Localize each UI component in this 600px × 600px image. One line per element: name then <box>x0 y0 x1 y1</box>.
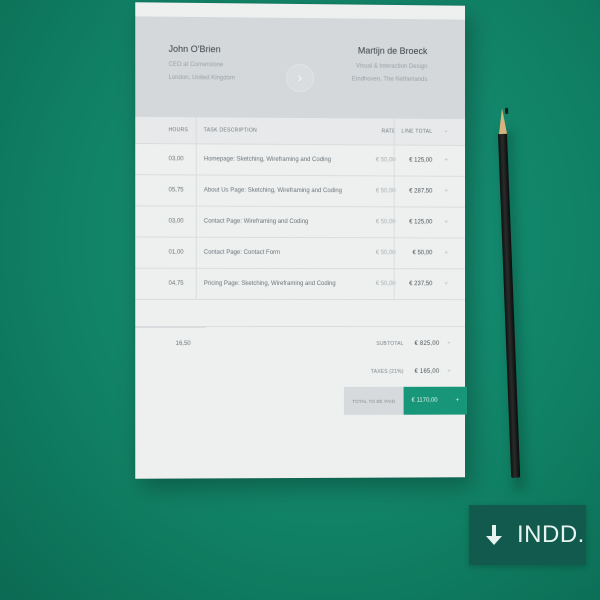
row-hours: 03,00 <box>168 218 184 225</box>
column-divider <box>393 145 395 176</box>
sender-name: John O'Brien <box>168 43 221 55</box>
total-label: TOTAL TO BE PAID <box>343 386 404 415</box>
row-rate: € 50,00 <box>375 188 396 195</box>
row-hours: 01,00 <box>168 249 184 256</box>
column-divider <box>393 238 395 269</box>
divider <box>135 326 206 328</box>
row-description: Pricing Page: Sketching, Wireframing and… <box>203 280 336 288</box>
invoice-paper: John O'Brien CEO at Cornerstone London, … <box>135 2 468 479</box>
col-rate-header: RATE <box>381 128 396 135</box>
row-rate: € 50,00 <box>375 250 396 257</box>
table-row: 01,00 Contact Page: Contact Form € 50,00… <box>135 237 466 270</box>
row-hours: 05,75 <box>168 187 184 194</box>
col-line-total-header: LINE TOTAL <box>401 128 433 135</box>
column-divider <box>393 269 395 300</box>
row-rate: € 50,00 <box>375 219 396 226</box>
col-description-header: TASK DESCRIPTION <box>203 127 258 134</box>
table-spacer <box>135 299 466 328</box>
row-total: € 50,00 <box>412 250 433 257</box>
subtotal-value: € 825,00 <box>414 340 440 347</box>
table-row: 05,75 About Us Page: Sketching, Wirefram… <box>135 175 466 208</box>
plus-icon[interactable]: + <box>441 119 451 145</box>
recipient-name: Martijn de Broeck <box>357 45 428 57</box>
sender-line2: London, United Kingdom <box>168 74 235 82</box>
download-arrow-icon <box>481 523 507 547</box>
column-divider <box>393 118 395 145</box>
table-row: 03,00 Homepage: Sketching, Wireframing a… <box>135 144 466 177</box>
row-description: About Us Page: Sketching, Wireframing an… <box>203 187 342 195</box>
plus-icon[interactable]: + <box>441 238 451 268</box>
sender-line1: CEO at Cornerstone <box>168 61 224 69</box>
table-header-row: HOURS TASK DESCRIPTION RATE LINE TOTAL + <box>135 116 466 146</box>
plus-icon[interactable]: + <box>441 208 451 238</box>
row-total: € 125,00 <box>409 157 433 164</box>
invoice-summary: 16,50 SUBTOTAL € 825,00 + TAXES (21%) € … <box>135 326 468 448</box>
plus-icon[interactable]: + <box>447 369 451 375</box>
total-value: € 1170,00 <box>411 397 438 404</box>
column-divider <box>195 206 197 237</box>
row-total: € 237,50 <box>409 281 433 288</box>
subtotal-label: SUBTOTAL <box>376 340 404 347</box>
invoice-table: HOURS TASK DESCRIPTION RATE LINE TOTAL +… <box>135 116 468 448</box>
row-total: € 125,00 <box>409 219 433 226</box>
recipient-line1: Visual & Interaction Design <box>355 63 428 71</box>
table-row: 03,00 Contact Page: Wireframing and Codi… <box>135 206 466 239</box>
pencil-tip <box>497 107 508 135</box>
column-divider <box>195 117 197 144</box>
download-indd-button[interactable]: INDD. <box>469 505 586 565</box>
hours-total: 16,50 <box>175 341 191 348</box>
row-rate: € 50,00 <box>375 281 396 288</box>
scene: John O'Brien CEO at Cornerstone London, … <box>0 0 600 600</box>
row-hours: 04,75 <box>168 280 184 287</box>
col-hours-header: HOURS <box>168 127 189 134</box>
row-rate: € 50,00 <box>375 157 396 164</box>
row-description: Homepage: Sketching, Wireframing and Cod… <box>203 156 332 164</box>
column-divider <box>195 175 197 206</box>
taxes-label: TAXES (21%) <box>370 368 404 375</box>
plus-icon[interactable]: + <box>441 177 451 207</box>
plus-icon[interactable]: + <box>441 146 451 176</box>
row-hours: 03,00 <box>168 156 184 163</box>
table-row: 04,75 Pricing Page: Sketching, Wireframi… <box>135 268 466 301</box>
plus-icon[interactable]: + <box>447 341 451 347</box>
column-divider <box>393 207 395 238</box>
arrow-right-icon: › <box>286 63 314 93</box>
taxes-value: € 165,00 <box>414 368 440 375</box>
column-divider <box>195 144 197 175</box>
grand-total-row: TOTAL TO BE PAID € 1170,00 + <box>343 386 468 415</box>
total-value-cell: € 1170,00 + <box>403 386 468 415</box>
plus-icon[interactable]: + <box>441 269 451 299</box>
row-description: Contact Page: Wireframing and Coding <box>203 218 309 226</box>
plus-icon[interactable]: + <box>456 398 459 404</box>
invoice-header: John O'Brien CEO at Cornerstone London, … <box>135 16 466 120</box>
row-total: € 287,50 <box>409 188 433 195</box>
column-divider <box>195 268 197 299</box>
badge-label: INDD. <box>517 521 585 548</box>
column-divider <box>195 237 197 268</box>
recipient-line2: Eindhoven, The Netherlands <box>351 76 428 84</box>
row-description: Contact Page: Contact Form <box>203 249 281 256</box>
column-divider <box>393 176 395 207</box>
sender-block: John O'Brien CEO at Cornerstone London, … <box>169 43 235 86</box>
pencil-lead <box>504 107 508 114</box>
recipient-block: Martijn de Broeck Visual & Interaction D… <box>352 44 427 87</box>
